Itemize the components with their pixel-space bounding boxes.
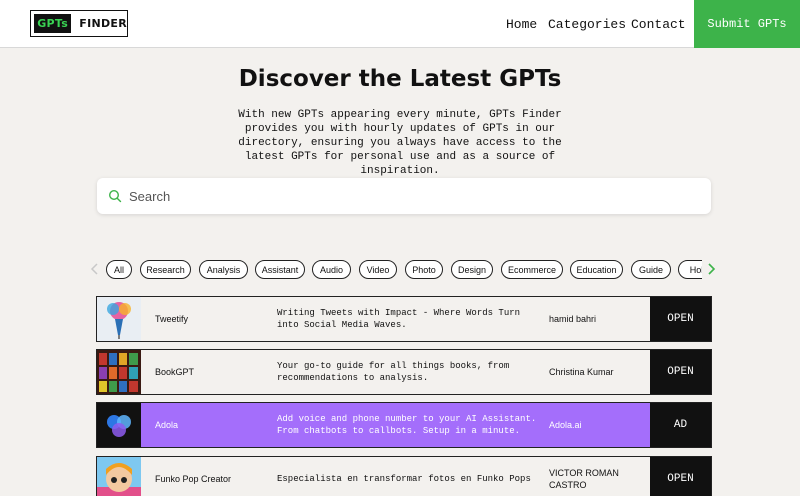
category-chip-education[interactable]: Education [570,260,623,279]
gpt-description: Your go-to guide for all things books, f… [277,361,510,383]
open-button[interactable]: OPEN [650,297,711,341]
search-icon [108,189,122,203]
category-chip-all[interactable]: All [106,260,132,279]
category-chip-video[interactable]: Video [359,260,397,279]
search-input[interactable] [129,178,689,214]
bookgpt-thumbnail [97,350,141,394]
gpt-description: Especialista en transformar fotos en Fun… [277,474,531,484]
search-bar[interactable] [97,178,711,214]
open-button[interactable]: OPEN [650,457,711,496]
gpt-author: VICTOR ROMAN CASTRO [549,468,619,490]
chevron-right-icon[interactable] [706,262,716,276]
gpt-name: Tweetify [155,314,189,324]
chevron-left-icon[interactable] [90,262,100,276]
gpt-description: Writing Tweets with Impact - Where Words… [277,308,521,330]
category-chips: All Research Analysis Assistant Audio Vi… [106,260,702,280]
ad-button[interactable]: AD [650,403,711,447]
category-chip-guide[interactable]: Guide [631,260,671,279]
category-chip-assistant[interactable]: Assistant [255,260,305,279]
category-chip-research[interactable]: Research [140,260,191,279]
nav-categories-link[interactable]: Categories [548,0,626,48]
logo-gpts-text: GPTs [34,14,72,33]
gpt-name: BookGPT [155,367,195,377]
gpt-author: Adola.ai [549,420,582,430]
gpt-name: Adola [155,420,179,430]
category-chip-analysis[interactable]: Analysis [199,260,248,279]
category-chip-design[interactable]: Design [451,260,493,279]
site-logo[interactable]: GPTs FINDER [30,10,128,37]
gpt-list-item[interactable]: BookGPT Your go-to guide for all things … [96,349,712,395]
page-title: Discover the Latest GPTs [238,66,562,92]
top-header: GPTs FINDER Home Categories Contact Subm… [0,0,800,48]
gpt-list-item[interactable]: Tweetify Writing Tweets with Impact - Wh… [96,296,712,342]
category-chip-audio[interactable]: Audio [312,260,351,279]
nav-contact-link[interactable]: Contact [631,0,686,48]
submit-gpts-button[interactable]: Submit GPTs [694,0,800,48]
adola-logo-icon [97,403,141,447]
category-chip-hob[interactable]: Hob [678,260,702,279]
gpt-description: Add voice and phone number to your AI As… [277,414,537,436]
gpt-list-item-ad[interactable]: Adola Add voice and phone number to your… [96,402,712,448]
category-chip-ecommerce[interactable]: Ecommerce [501,260,563,279]
gpt-list-item[interactable]: Funko Pop Creator Especialista en transf… [96,456,712,496]
hero-description: With new GPTs appearing every minute, GP… [238,109,562,177]
category-chip-photo[interactable]: Photo [405,260,443,279]
gpt-name: Funko Pop Creator [155,474,232,484]
tweetify-thumbnail [97,297,141,341]
logo-finder-text: FINDER [79,17,127,30]
funko-pop-thumbnail [97,457,141,496]
open-button[interactable]: OPEN [650,350,711,394]
nav-home-link[interactable]: Home [506,0,537,48]
gpt-author: Christina Kumar [549,367,614,377]
gpt-author: hamid bahri [549,314,597,324]
